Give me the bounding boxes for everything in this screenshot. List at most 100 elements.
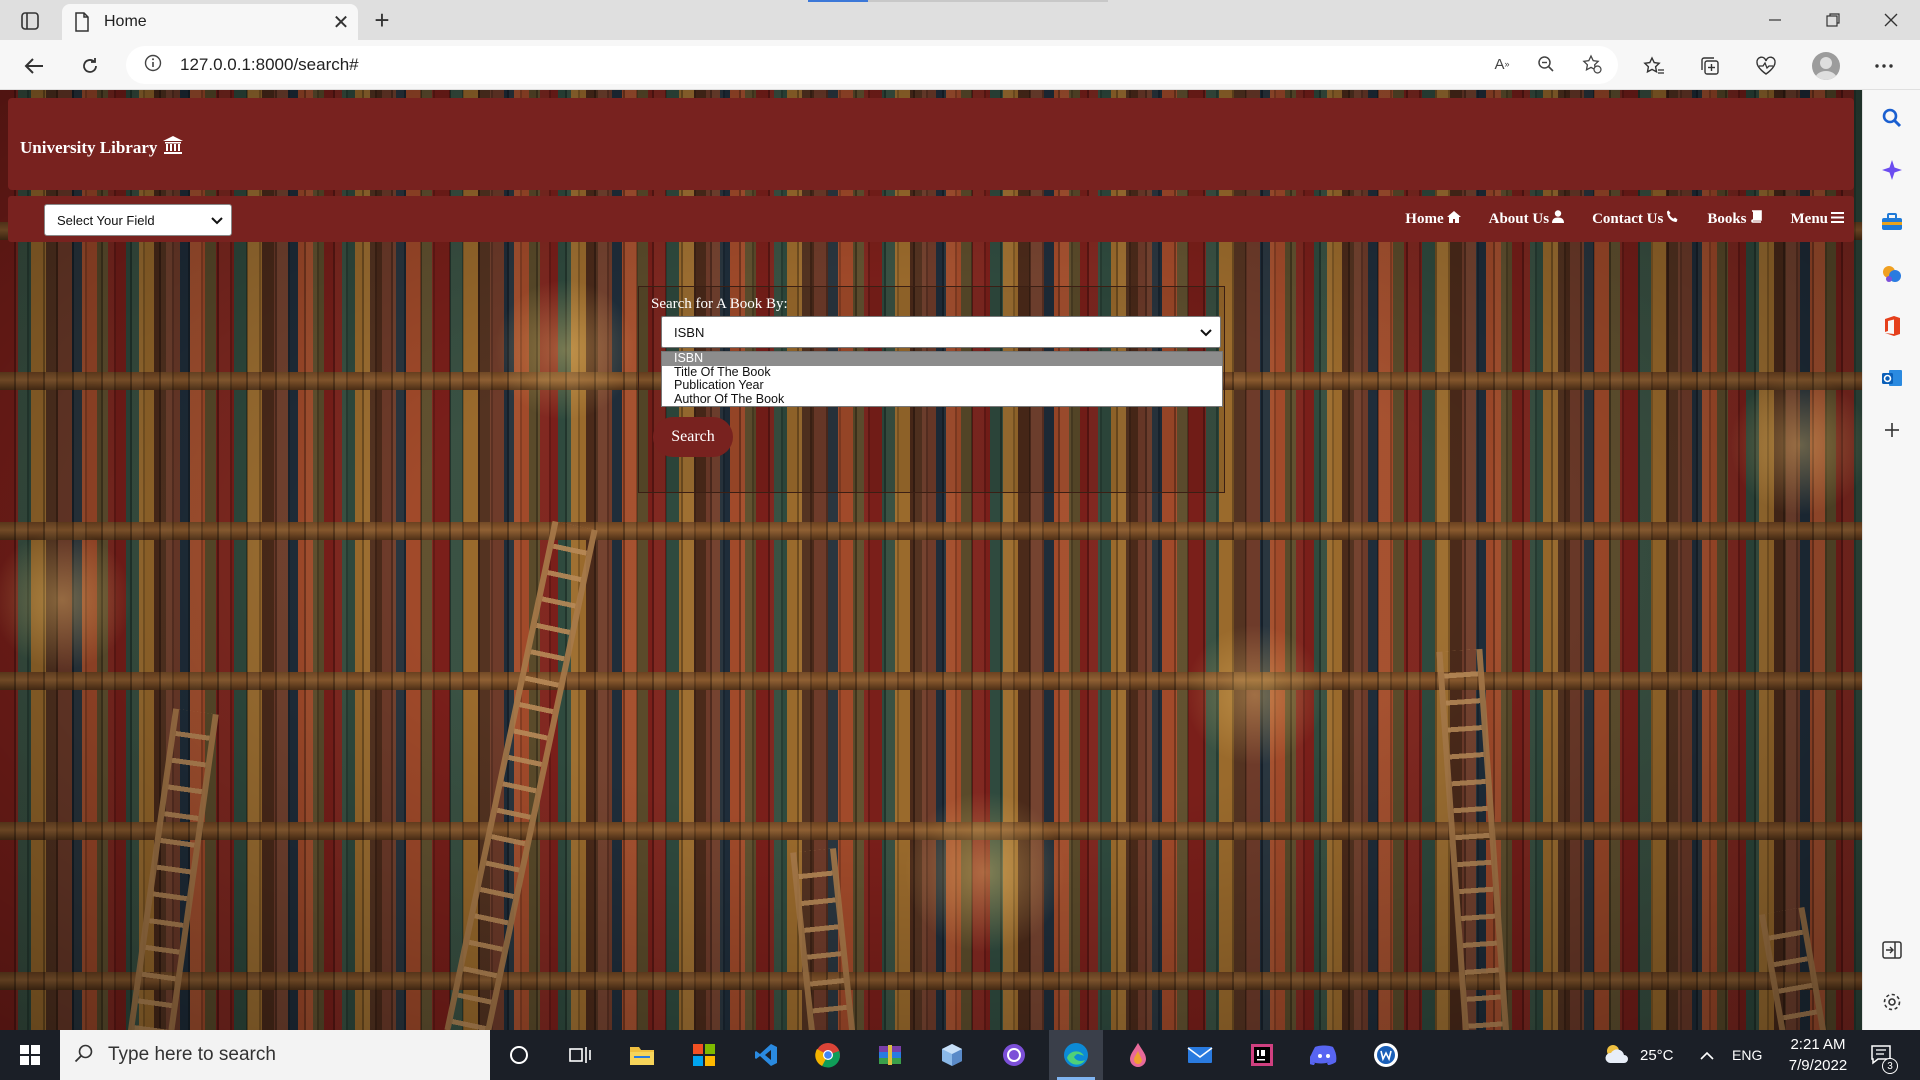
nav-about-label: About Us [1488, 210, 1550, 227]
page-icon [74, 12, 90, 32]
weather-temperature: 25°C [1640, 1046, 1674, 1064]
vscode-icon[interactable] [739, 1030, 793, 1080]
tab-title: Home [104, 13, 147, 30]
bank-building-icon [163, 136, 184, 159]
search-button[interactable]: Search [653, 417, 733, 457]
phone-icon [1666, 210, 1679, 228]
outlook-icon[interactable] [1878, 364, 1906, 392]
browser-toolbar: 127.0.0.1:8000/search# A» [0, 40, 1920, 90]
office-icon[interactable] [1878, 312, 1906, 340]
site-navbar: Select Your Field Home About Us Contact … [8, 196, 1854, 242]
background-ladder [444, 520, 598, 1030]
copilot-icon[interactable] [1878, 156, 1906, 184]
word-icon[interactable] [1359, 1030, 1413, 1080]
windows-start-icon[interactable] [0, 1030, 60, 1080]
background-ladder [127, 708, 219, 1030]
tab-actions-icon[interactable] [12, 8, 48, 34]
nav-contact-link[interactable]: Contact Us [1592, 210, 1679, 228]
background-ladder [1759, 906, 1827, 1030]
search-field-select[interactable]: ISBN [661, 316, 1221, 348]
hide-sidebar-icon[interactable] [1878, 936, 1906, 964]
collections-icon[interactable] [1692, 48, 1728, 84]
nav-about-link[interactable]: About Us [1488, 210, 1565, 228]
search-field-value: ISBN [674, 324, 705, 340]
chevron-down-icon [1200, 325, 1212, 340]
chrome-icon[interactable] [801, 1030, 855, 1080]
dropdown-option-author[interactable]: Author Of The Book [662, 392, 1222, 407]
show-hidden-icons-chevron-up-icon[interactable] [1700, 1030, 1714, 1080]
nav-books-label: Books [1707, 210, 1747, 227]
zoom-out-icon[interactable] [1532, 50, 1560, 78]
clock-date: 7/9/2022 [1788, 1057, 1848, 1074]
cortana-icon[interactable] [492, 1030, 546, 1080]
site-brand[interactable]: University Library [20, 136, 184, 159]
paint-drop-icon[interactable] [1111, 1030, 1165, 1080]
close-window-icon[interactable] [1862, 0, 1920, 40]
loading-progress-bar [808, 0, 1108, 2]
brand-title: University Library [20, 137, 158, 157]
chevron-down-icon [211, 213, 223, 228]
mail-icon[interactable] [1173, 1030, 1227, 1080]
task-view-icon[interactable] [553, 1030, 607, 1080]
taskbar-search-placeholder: Type here to search [108, 1044, 276, 1065]
microsoft-store-icon[interactable] [677, 1030, 731, 1080]
discord-icon[interactable] [1297, 1030, 1351, 1080]
intellij-icon[interactable] [1235, 1030, 1289, 1080]
browser-tab-home[interactable]: Home ✕ [62, 4, 358, 40]
browser-essentials-icon[interactable] [1748, 48, 1784, 84]
shopping-icon[interactable] [1878, 208, 1906, 236]
edge-sidebar [1862, 90, 1920, 1030]
winrar-icon[interactable] [863, 1030, 917, 1080]
field-select-value: Select Your Field [57, 212, 155, 228]
more-menu-icon[interactable] [1866, 48, 1902, 84]
github-desktop-icon[interactable] [987, 1030, 1041, 1080]
field-select-dropdown[interactable]: Select Your Field [44, 204, 232, 236]
book-search-form: Search for A Book By: ISBN ISBN Title Of… [638, 286, 1225, 493]
minimize-window-icon[interactable] [1746, 0, 1804, 40]
site-info-icon[interactable] [144, 54, 162, 77]
page-viewport: University Library Select Your Field Hom… [0, 90, 1862, 1030]
dropdown-option-isbn[interactable]: ISBN [662, 351, 1222, 366]
taskbar-search-box[interactable]: Type here to search [60, 1030, 490, 1080]
search-icon [74, 1043, 94, 1068]
nav-contact-label: Contact Us [1592, 210, 1664, 227]
file-explorer-icon[interactable] [615, 1030, 669, 1080]
nav-menu-link[interactable]: Menu [1790, 210, 1844, 228]
favorites-icon[interactable] [1636, 48, 1672, 84]
restore-window-icon[interactable] [1804, 0, 1862, 40]
search-field-options: ISBN Title Of The Book Publication Year … [661, 351, 1223, 407]
profile-avatar-icon[interactable] [1812, 52, 1840, 80]
add-favorite-icon[interactable] [1578, 50, 1606, 78]
search-by-label: Search for A Book By: [651, 296, 788, 312]
user-icon [1552, 210, 1565, 228]
box-icon[interactable] [925, 1030, 979, 1080]
book-icon [1750, 210, 1763, 228]
weather-widget[interactable]: 25°C [1602, 1030, 1674, 1080]
notification-center-icon[interactable]: 3 [1870, 1030, 1898, 1080]
new-tab-button[interactable]: + [366, 4, 398, 36]
nav-home-link[interactable]: Home [1405, 210, 1461, 228]
cloudy-sun-icon [1602, 1041, 1632, 1069]
browser-tab-bar: Home ✕ + [0, 0, 1920, 40]
notification-count-badge: 3 [1882, 1058, 1898, 1074]
close-tab-icon[interactable]: ✕ [324, 5, 358, 39]
reload-icon[interactable] [72, 48, 108, 84]
clock-time: 2:21 AM [1790, 1036, 1846, 1053]
add-icon[interactable] [1878, 416, 1906, 444]
search-icon[interactable] [1878, 104, 1906, 132]
read-aloud-icon[interactable]: A» [1488, 50, 1516, 78]
edge-icon[interactable] [1049, 1030, 1103, 1080]
dropdown-option-year[interactable]: Publication Year [662, 378, 1222, 393]
nav-links: Home About Us Contact Us Books Menu [1405, 196, 1844, 242]
site-header: University Library [8, 98, 1854, 190]
nav-menu-label: Menu [1790, 210, 1829, 227]
address-bar[interactable]: 127.0.0.1:8000/search# [126, 46, 1618, 84]
back-arrow-icon[interactable] [16, 48, 52, 84]
nav-books-link[interactable]: Books [1707, 210, 1762, 228]
games-icon[interactable] [1878, 260, 1906, 288]
windows-taskbar: Type here to search 25°C ENG 2:21 AM 7/9… [0, 1030, 1920, 1080]
system-clock[interactable]: 2:21 AM 7/9/2022 [1770, 1034, 1866, 1076]
input-language[interactable]: ENG [1732, 1030, 1762, 1080]
settings-icon[interactable] [1878, 988, 1906, 1016]
dropdown-option-title[interactable]: Title Of The Book [662, 365, 1222, 380]
